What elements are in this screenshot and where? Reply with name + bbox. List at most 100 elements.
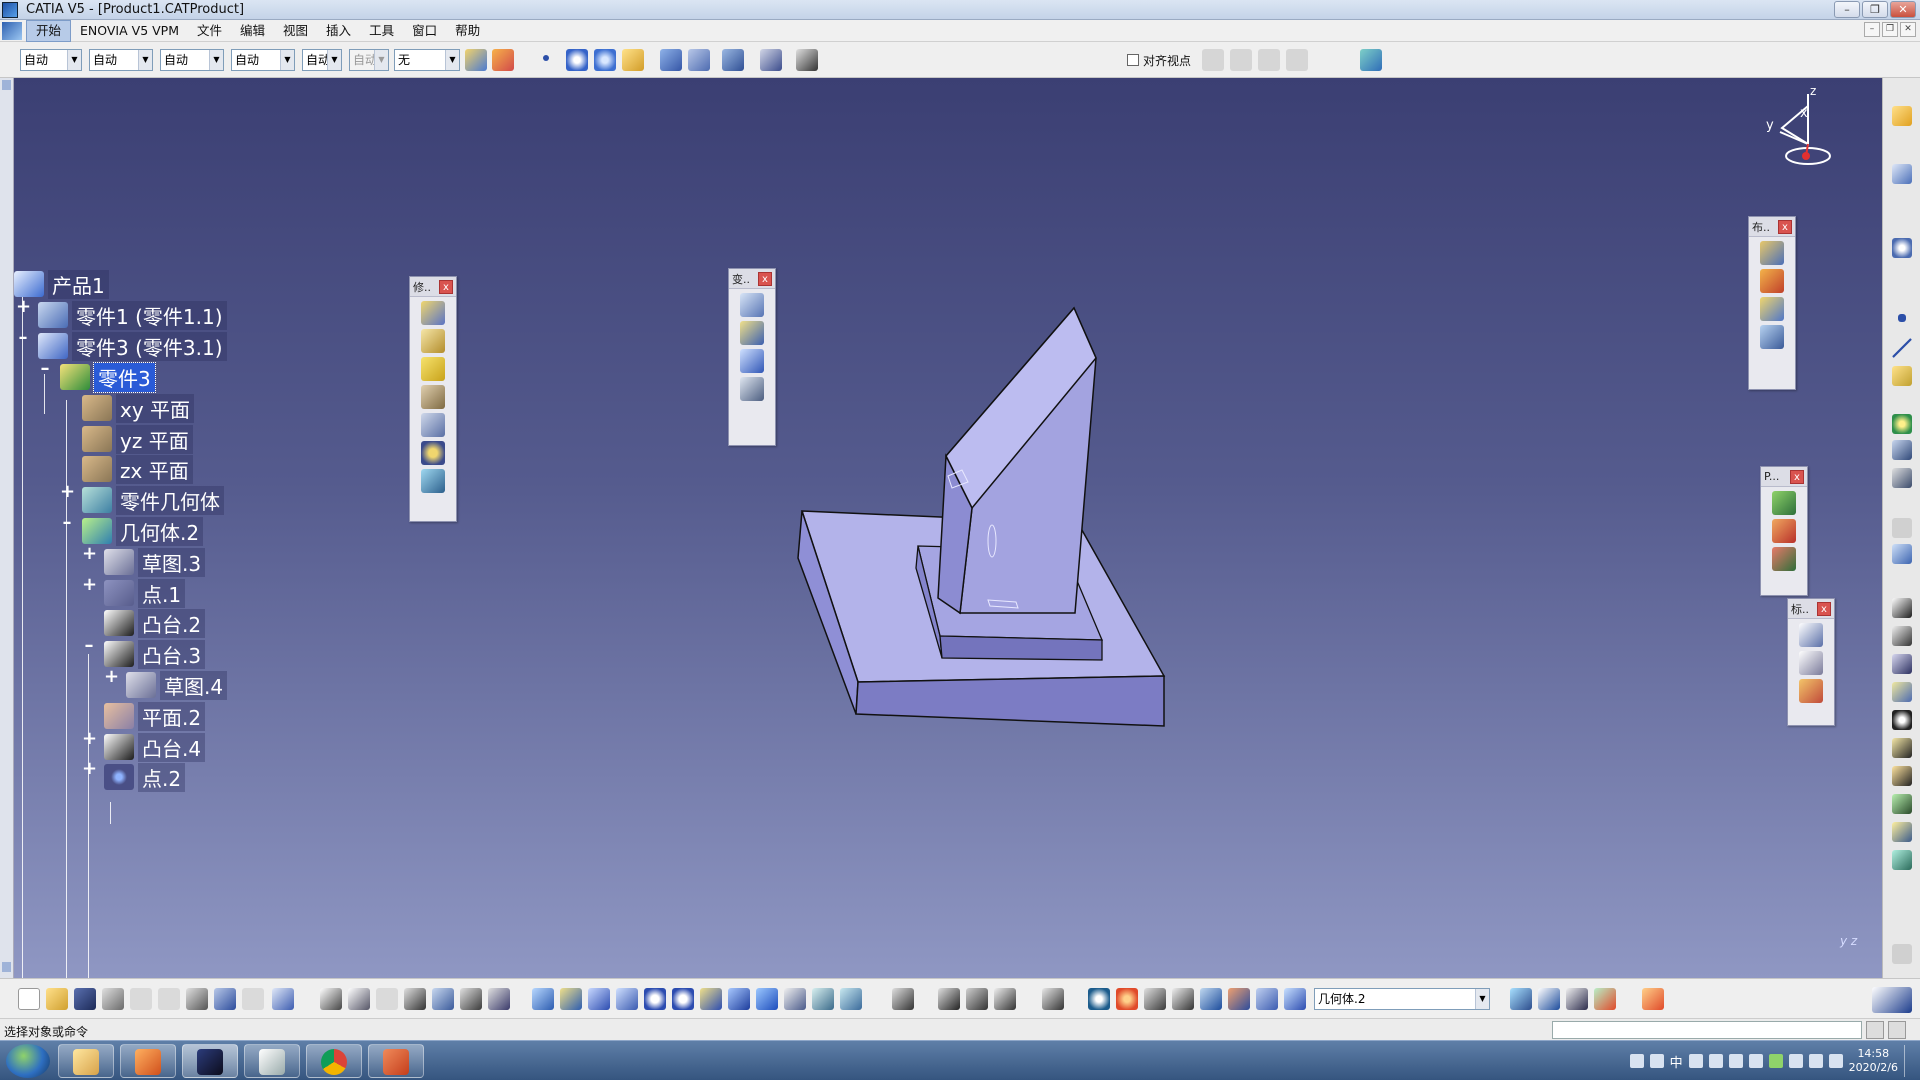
assembly-constraints-icon[interactable] <box>722 49 744 71</box>
menu-window[interactable]: 窗口 <box>403 21 446 41</box>
target-tool-icon[interactable] <box>421 441 445 465</box>
menu-start[interactable]: 开始 <box>26 19 72 42</box>
save-icon[interactable] <box>74 988 96 1010</box>
hole-icon[interactable] <box>1892 710 1912 730</box>
manipulate-icon[interactable] <box>1760 269 1784 293</box>
taskbar-app-orange[interactable] <box>120 1044 176 1078</box>
axis-system-icon[interactable] <box>1892 238 1912 258</box>
loft-icon[interactable] <box>1892 822 1912 842</box>
tree-node-xy-plane[interactable]: xy 平面 <box>82 393 195 423</box>
keyboard-icon[interactable] <box>1629 1054 1644 1068</box>
doc-minimize-button[interactable]: – <box>1864 22 1880 37</box>
pocket-tool-icon[interactable] <box>421 329 445 353</box>
fly-mode-icon[interactable] <box>532 988 554 1010</box>
slot-icon[interactable] <box>1892 766 1912 786</box>
doc-restore-button[interactable]: ❐ <box>1882 22 1898 37</box>
swap-visible-space-icon[interactable] <box>660 49 682 71</box>
point-icon[interactable] <box>543 55 549 61</box>
tree-node-pad2[interactable]: 凸台.2 <box>104 608 206 638</box>
start-button[interactable] <box>6 1044 50 1078</box>
tree-node-sketch4[interactable]: 草图.4 <box>126 670 228 700</box>
tree-node-part3-instance[interactable]: 零件3 (零件3.1) <box>38 331 227 361</box>
clock[interactable]: 14:58 2020/2/6 <box>1849 1047 1898 1075</box>
stop-manipulate-icon[interactable] <box>1760 325 1784 349</box>
insert-body-icon[interactable] <box>1892 440 1912 460</box>
catalog-browser-icon[interactable] <box>760 49 782 71</box>
expand-icon[interactable]: + <box>82 576 97 594</box>
arc-icon[interactable] <box>594 49 616 71</box>
select-arrow-icon[interactable] <box>1892 106 1912 126</box>
close-icon[interactable]: x <box>1778 219 1792 234</box>
scale-icon[interactable] <box>1172 988 1194 1010</box>
cut-icon[interactable] <box>130 988 152 1010</box>
point-icon[interactable] <box>1898 314 1906 322</box>
iso-view-icon[interactable] <box>756 988 778 1010</box>
scale-icon[interactable] <box>740 377 764 401</box>
volume-icon[interactable] <box>1828 1054 1843 1068</box>
knowledge-icon[interactable] <box>796 49 818 71</box>
print-icon[interactable] <box>102 988 124 1010</box>
knowledge-tool-icon[interactable] <box>1594 988 1616 1010</box>
punctuation-icon[interactable] <box>1688 1054 1703 1068</box>
help-icon[interactable] <box>1728 1054 1743 1068</box>
spline-icon[interactable] <box>566 49 588 71</box>
surface-tool-icon[interactable] <box>421 469 445 493</box>
list-icon[interactable] <box>1256 988 1278 1010</box>
minimize-button[interactable]: – <box>1834 1 1860 18</box>
hole-tool-icon[interactable] <box>421 413 445 437</box>
mirror-icon[interactable] <box>740 321 764 345</box>
zoom-in-icon[interactable] <box>644 988 666 1010</box>
transparency-combo[interactable]: 自动 ▼ <box>89 49 153 71</box>
tree-node-body2[interactable]: 几何体.2 <box>82 516 204 546</box>
catia-app-icon[interactable] <box>2 2 18 18</box>
boolean-icon[interactable] <box>1892 468 1912 488</box>
tree-vertical-scrollbar[interactable] <box>0 78 14 978</box>
redo-icon[interactable] <box>242 988 264 1010</box>
expand-icon[interactable]: + <box>104 668 119 686</box>
close-icon[interactable]: x <box>1817 601 1831 616</box>
settings-icon[interactable] <box>1708 1054 1723 1068</box>
tree-node-zx-plane[interactable]: zx 平面 <box>82 454 193 484</box>
zoom-out-icon[interactable] <box>672 988 694 1010</box>
layers-icon[interactable] <box>1360 49 1382 71</box>
pan-icon[interactable] <box>588 988 610 1010</box>
text-with-leader-icon[interactable] <box>1799 623 1823 647</box>
shaft-tool-icon[interactable] <box>421 357 445 381</box>
tree-node-point2[interactable]: 点.2 <box>104 762 186 792</box>
rotate-icon[interactable] <box>616 988 638 1010</box>
3d-annotation-icon[interactable] <box>1200 988 1222 1010</box>
part-body-icon[interactable] <box>1892 414 1912 434</box>
pattern-icon[interactable] <box>740 349 764 373</box>
taskbar-catia[interactable] <box>182 1044 238 1078</box>
menu-insert[interactable]: 插入 <box>317 21 360 41</box>
axis-icon[interactable] <box>1144 988 1166 1010</box>
tree-node-point1[interactable]: 点.1 <box>104 578 186 608</box>
product-toolbar-header[interactable]: P... x <box>1761 467 1807 487</box>
layout-toolbar-header[interactable]: 布.. x <box>1749 217 1795 237</box>
compass-widget[interactable]: x y z <box>1760 84 1840 174</box>
new-product-icon[interactable] <box>1772 519 1796 543</box>
flag-icon[interactable] <box>1788 1054 1803 1068</box>
new-document-icon[interactable] <box>18 988 40 1010</box>
line-type-combo[interactable]: 自动 ▼ <box>231 49 295 71</box>
translate-icon[interactable] <box>740 293 764 317</box>
undo-icon[interactable] <box>214 988 236 1010</box>
scroll-up-icon[interactable] <box>2 80 11 90</box>
remove-loft-icon[interactable] <box>1892 850 1912 870</box>
annotation-toolbar[interactable]: 标.. x <box>1787 598 1835 726</box>
rib-icon[interactable] <box>1892 738 1912 758</box>
close-icon[interactable]: x <box>1790 469 1804 484</box>
comment-icon[interactable] <box>348 988 370 1010</box>
menu-file[interactable]: 文件 <box>188 21 231 41</box>
expand-icon[interactable]: + <box>16 298 31 316</box>
menu-tools[interactable]: 工具 <box>360 21 403 41</box>
camera-icon[interactable] <box>1042 988 1064 1010</box>
hide-show-icon[interactable] <box>812 988 834 1010</box>
fit-all-icon[interactable] <box>560 988 582 1010</box>
taskbar-chrome[interactable] <box>306 1044 362 1078</box>
tree-node-pad4[interactable]: 凸台.4 <box>104 732 206 762</box>
shading-icon[interactable] <box>784 988 806 1010</box>
collapse-icon[interactable]: – <box>82 637 96 655</box>
snap-icon[interactable] <box>1760 297 1784 321</box>
taskbar-explorer[interactable] <box>58 1044 114 1078</box>
